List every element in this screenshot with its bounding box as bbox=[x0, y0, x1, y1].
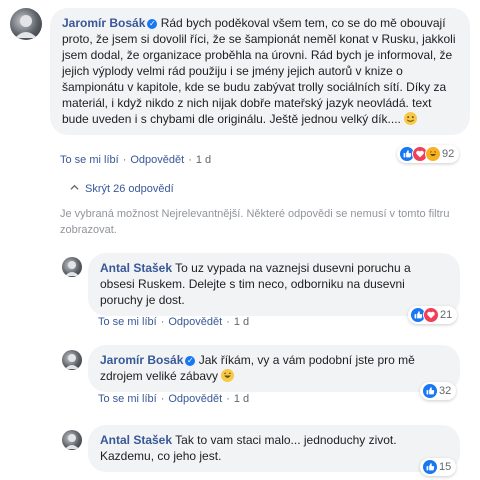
timestamp[interactable]: 1 d bbox=[196, 154, 211, 166]
verified-icon: ✓ bbox=[147, 19, 158, 29]
hide-replies-button[interactable]: Skrýt 26 odpovědí bbox=[70, 183, 174, 195]
reply-link[interactable]: Odpovědět bbox=[130, 154, 184, 166]
filter-note: Je vybraná možnost Nejrelevantnější. Něk… bbox=[60, 208, 450, 236]
reaction-count: 21 bbox=[440, 309, 453, 321]
reply-reactions[interactable]: 21 bbox=[408, 306, 458, 324]
like-icon bbox=[422, 383, 438, 399]
like-link[interactable]: To se mi líbí bbox=[98, 316, 157, 328]
avatar[interactable] bbox=[62, 350, 82, 370]
reaction-count: 32 bbox=[439, 385, 452, 397]
comment-text: Rád bych poděkoval všem tem, co se do mě… bbox=[62, 16, 456, 126]
like-link[interactable]: To se mi líbí bbox=[60, 154, 119, 166]
reaction-count: 15 bbox=[439, 461, 452, 473]
verified-icon: ✓ bbox=[185, 356, 196, 366]
timestamp[interactable]: 1 d bbox=[234, 393, 249, 405]
reply-author[interactable]: Antal Stašek bbox=[100, 261, 172, 275]
haha-icon bbox=[425, 146, 441, 162]
smile-emoji-icon bbox=[404, 112, 418, 125]
laughing-emoji-icon bbox=[221, 369, 235, 382]
reply-actions: To se mi líbí · Odpovědět · 1 d bbox=[98, 316, 250, 328]
comment-reactions[interactable]: 92 bbox=[397, 145, 460, 163]
comment-bubble: Jaromír Bosák ✓ Rád bych poděkoval všem t… bbox=[50, 8, 470, 135]
reply-reactions[interactable]: 15 bbox=[420, 458, 457, 476]
reply-author[interactable]: Antal Stašek bbox=[100, 433, 172, 447]
love-icon bbox=[423, 307, 439, 323]
timestamp[interactable]: 1 d bbox=[234, 316, 249, 328]
reply-link[interactable]: Odpovědět bbox=[168, 393, 222, 405]
reply-bubble: Jaromír Bosák ✓ Jak říkám, vy a vám podob… bbox=[88, 345, 460, 392]
like-icon bbox=[422, 459, 438, 475]
avatar[interactable] bbox=[62, 430, 82, 450]
hide-replies-label: Skrýt 26 odpovědí bbox=[85, 183, 174, 195]
comment-actions: To se mi líbí · Odpovědět · 1 d bbox=[60, 154, 212, 166]
chevron-up-icon bbox=[70, 184, 79, 190]
reply-author[interactable]: Jaromír Bosák bbox=[100, 353, 183, 367]
reply-reactions[interactable]: 32 bbox=[420, 382, 457, 400]
reply-link[interactable]: Odpovědět bbox=[168, 316, 222, 328]
reply-actions: To se mi líbí · Odpovědět · 1 d bbox=[98, 393, 250, 405]
reply-bubble: Antal Stašek Tak to vam staci malo... je… bbox=[88, 425, 460, 472]
like-link[interactable]: To se mi líbí bbox=[98, 393, 157, 405]
avatar[interactable] bbox=[10, 8, 42, 40]
avatar[interactable] bbox=[62, 257, 82, 277]
reaction-count: 92 bbox=[442, 148, 455, 160]
comment-author[interactable]: Jaromír Bosák bbox=[62, 16, 145, 30]
reply-bubble: Antal Stašek To uz vypada na vaznejsi du… bbox=[88, 253, 460, 316]
